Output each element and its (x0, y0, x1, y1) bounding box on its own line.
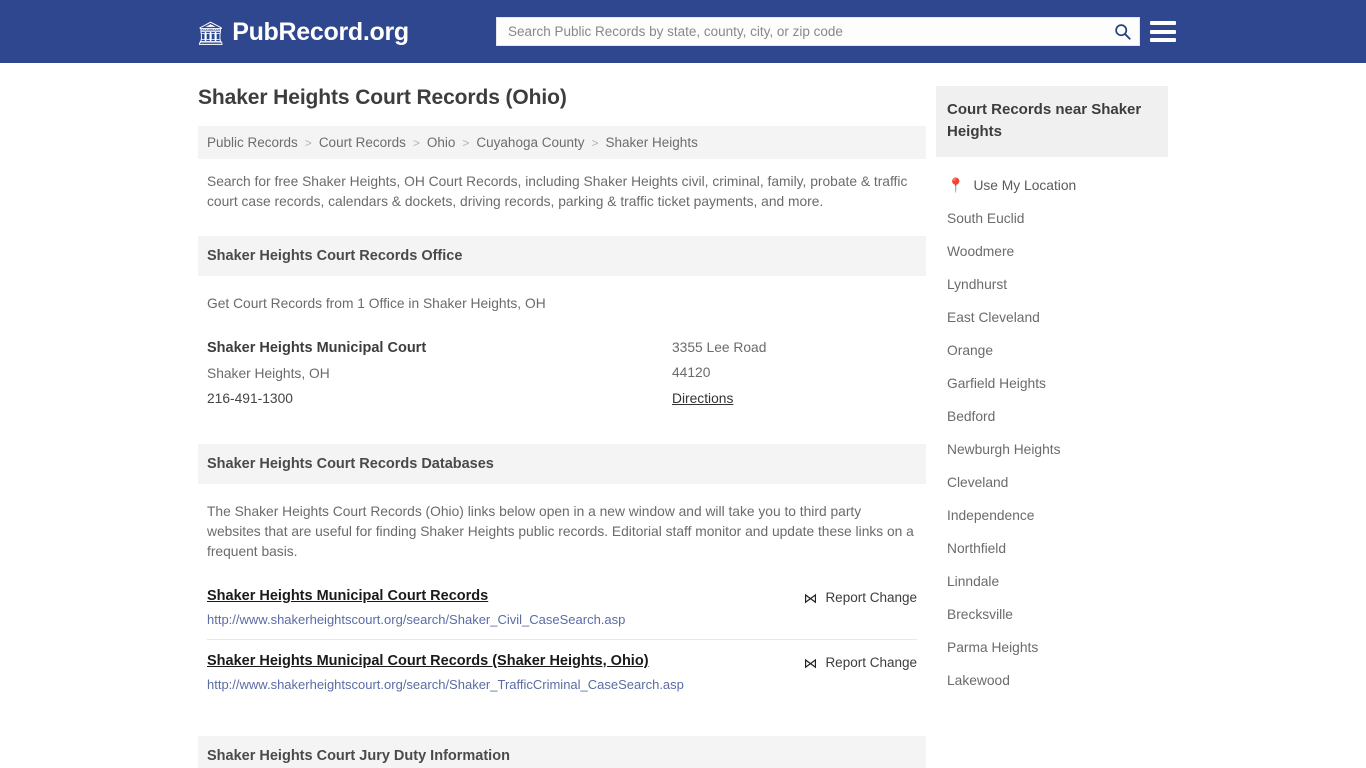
breadcrumb-item-shaker-heights[interactable]: Shaker Heights (606, 135, 698, 150)
section-header-databases: Shaker Heights Court Records Databases (198, 444, 926, 484)
broken-link-icon: ⋈ (803, 589, 818, 606)
list-divider (207, 639, 917, 640)
sidebar-item-bedford[interactable]: Bedford (936, 400, 1168, 433)
breadcrumb-item-cuyahoga-county[interactable]: Cuyahoga County (476, 135, 584, 150)
search-input[interactable] (497, 18, 1105, 45)
breadcrumb-item-public-records[interactable]: Public Records (207, 135, 298, 150)
sidebar-item-garfield-heights[interactable]: Garfield Heights (936, 367, 1168, 400)
sidebar-item-label: Brecksville (947, 607, 1013, 622)
database-links-list: Shaker Heights Municipal Court Records h… (198, 588, 926, 704)
breadcrumb-separator-icon: > (591, 135, 599, 150)
broken-link-icon: ⋈ (803, 654, 818, 671)
sidebar-item-lakewood[interactable]: Lakewood (936, 664, 1168, 697)
hamburger-menu-icon (1150, 21, 1176, 25)
sidebar-item-cleveland[interactable]: Cleveland (936, 466, 1168, 499)
bank-building-icon: 🏛 (196, 20, 226, 46)
office-name: Shaker Heights Municipal Court (207, 340, 427, 356)
content-container: Shaker Heights Court Records (Ohio) Publ… (198, 63, 1168, 768)
sidebar-item-label: Lyndhurst (947, 277, 1008, 292)
sidebar-item-newburgh-heights[interactable]: Newburgh Heights (936, 433, 1168, 466)
office-entry: Shaker Heights Municipal Court Shaker He… (198, 340, 926, 416)
office-right-column: 3355 Lee Road 44120 Directions (672, 340, 917, 416)
search-icon (1114, 24, 1131, 40)
sidebar-item-use-my-location[interactable]: 📍 Use My Location (936, 169, 1168, 202)
office-count-text: Get Court Records from 1 Office in Shake… (207, 296, 546, 311)
report-change-label: Report Change (825, 590, 917, 605)
sidebar-item-lyndhurst[interactable]: Lyndhurst (936, 268, 1168, 301)
office-left-column: Shaker Heights Municipal Court Shaker He… (207, 340, 672, 416)
search-button[interactable] (1105, 18, 1139, 45)
breadcrumb-separator-icon: > (304, 135, 312, 150)
sidebar-item-label: Orange (947, 343, 994, 358)
map-pin-icon: 📍 (947, 176, 965, 193)
brand-name: PubRecord.org (232, 18, 409, 46)
report-change-button[interactable]: ⋈ Report Change (803, 653, 917, 670)
directions-link[interactable]: Directions (672, 391, 733, 406)
sidebar-item-label: Lakewood (947, 673, 1010, 688)
breadcrumb: Public Records > Court Records > Ohio > … (198, 126, 926, 159)
breadcrumb-item-court-records[interactable]: Court Records (319, 135, 406, 150)
section-header-jury-duty: Shaker Heights Court Jury Duty Informati… (198, 736, 926, 768)
search-bar[interactable] (496, 17, 1140, 46)
database-link-row: Shaker Heights Municipal Court Records h… (207, 588, 917, 639)
sidebar-item-linndale[interactable]: Linndale (936, 565, 1168, 598)
page-intro-text: Search for free Shaker Heights, OH Court… (207, 174, 908, 209)
main-column: Shaker Heights Court Records (Ohio) Publ… (198, 86, 926, 768)
sidebar-item-label: South Euclid (947, 211, 1025, 226)
sidebar-item-label: Linndale (947, 574, 1000, 589)
site-logo[interactable]: 🏛 PubRecord.org (196, 18, 409, 47)
sidebar-item-label: Independence (947, 508, 1035, 523)
database-link-row: Shaker Heights Municipal Court Records (… (207, 653, 917, 704)
sidebar-item-label: Bedford (947, 409, 996, 424)
sidebar-item-orange[interactable]: Orange (936, 334, 1168, 367)
page-title: Shaker Heights Court Records (Ohio) (198, 86, 567, 109)
sidebar-item-parma-heights[interactable]: Parma Heights (936, 631, 1168, 664)
breadcrumb-item-ohio[interactable]: Ohio (427, 135, 456, 150)
sidebar-item-label: Woodmere (947, 244, 1015, 259)
database-link-url: http://www.shakerheightscourt.org/search… (207, 612, 626, 627)
sidebar-item-east-cleveland[interactable]: East Cleveland (936, 301, 1168, 334)
office-phone[interactable]: 216-491-1300 (207, 391, 672, 406)
sidebar-item-label: Newburgh Heights (947, 442, 1061, 457)
hamburger-menu-button[interactable] (1150, 19, 1176, 44)
sidebar-item-northfield[interactable]: Northfield (936, 532, 1168, 565)
office-city-state: Shaker Heights, OH (207, 366, 330, 381)
sidebar-heading: Court Records near Shaker Heights (936, 86, 1168, 157)
section-header-office: Shaker Heights Court Records Office (198, 236, 926, 276)
database-link-title[interactable]: Shaker Heights Municipal Court Records (… (207, 653, 684, 669)
site-header: 🏛 PubRecord.org (0, 0, 1366, 63)
sidebar-item-label: Use My Location (973, 178, 1077, 193)
office-zip: 44120 (672, 365, 711, 380)
hamburger-menu-icon (1150, 38, 1176, 42)
databases-note-text: The Shaker Heights Court Records (Ohio) … (207, 504, 914, 559)
sidebar-item-independence[interactable]: Independence (936, 499, 1168, 532)
breadcrumb-separator-icon: > (462, 135, 470, 150)
page-body: Shaker Heights Court Records (Ohio) Publ… (0, 63, 1366, 768)
report-change-button[interactable]: ⋈ Report Change (803, 588, 917, 605)
report-change-label: Report Change (825, 655, 917, 670)
database-link-url: http://www.shakerheightscourt.org/search… (207, 677, 684, 692)
sidebar-item-woodmere[interactable]: Woodmere (936, 235, 1168, 268)
database-link-text-group: Shaker Heights Municipal Court Records (… (207, 653, 684, 692)
sidebar-item-brecksville[interactable]: Brecksville (936, 598, 1168, 631)
sidebar-item-label: Parma Heights (947, 640, 1039, 655)
database-link-text-group: Shaker Heights Municipal Court Records h… (207, 588, 625, 627)
sidebar-item-label: Cleveland (947, 475, 1009, 490)
office-street: 3355 Lee Road (672, 340, 767, 355)
database-link-title[interactable]: Shaker Heights Municipal Court Records (207, 588, 625, 604)
hamburger-menu-icon (1150, 29, 1176, 34)
sidebar: Court Records near Shaker Heights 📍 Use … (926, 86, 1168, 768)
breadcrumb-separator-icon: > (412, 135, 420, 150)
sidebar-item-label: Garfield Heights (947, 376, 1046, 391)
sidebar-item-south-euclid[interactable]: South Euclid (936, 202, 1168, 235)
sidebar-item-label: East Cleveland (947, 310, 1040, 325)
sidebar-nearby-list: 📍 Use My Location South Euclid Woodmere … (936, 169, 1168, 697)
sidebar-item-label: Northfield (947, 541, 1007, 556)
